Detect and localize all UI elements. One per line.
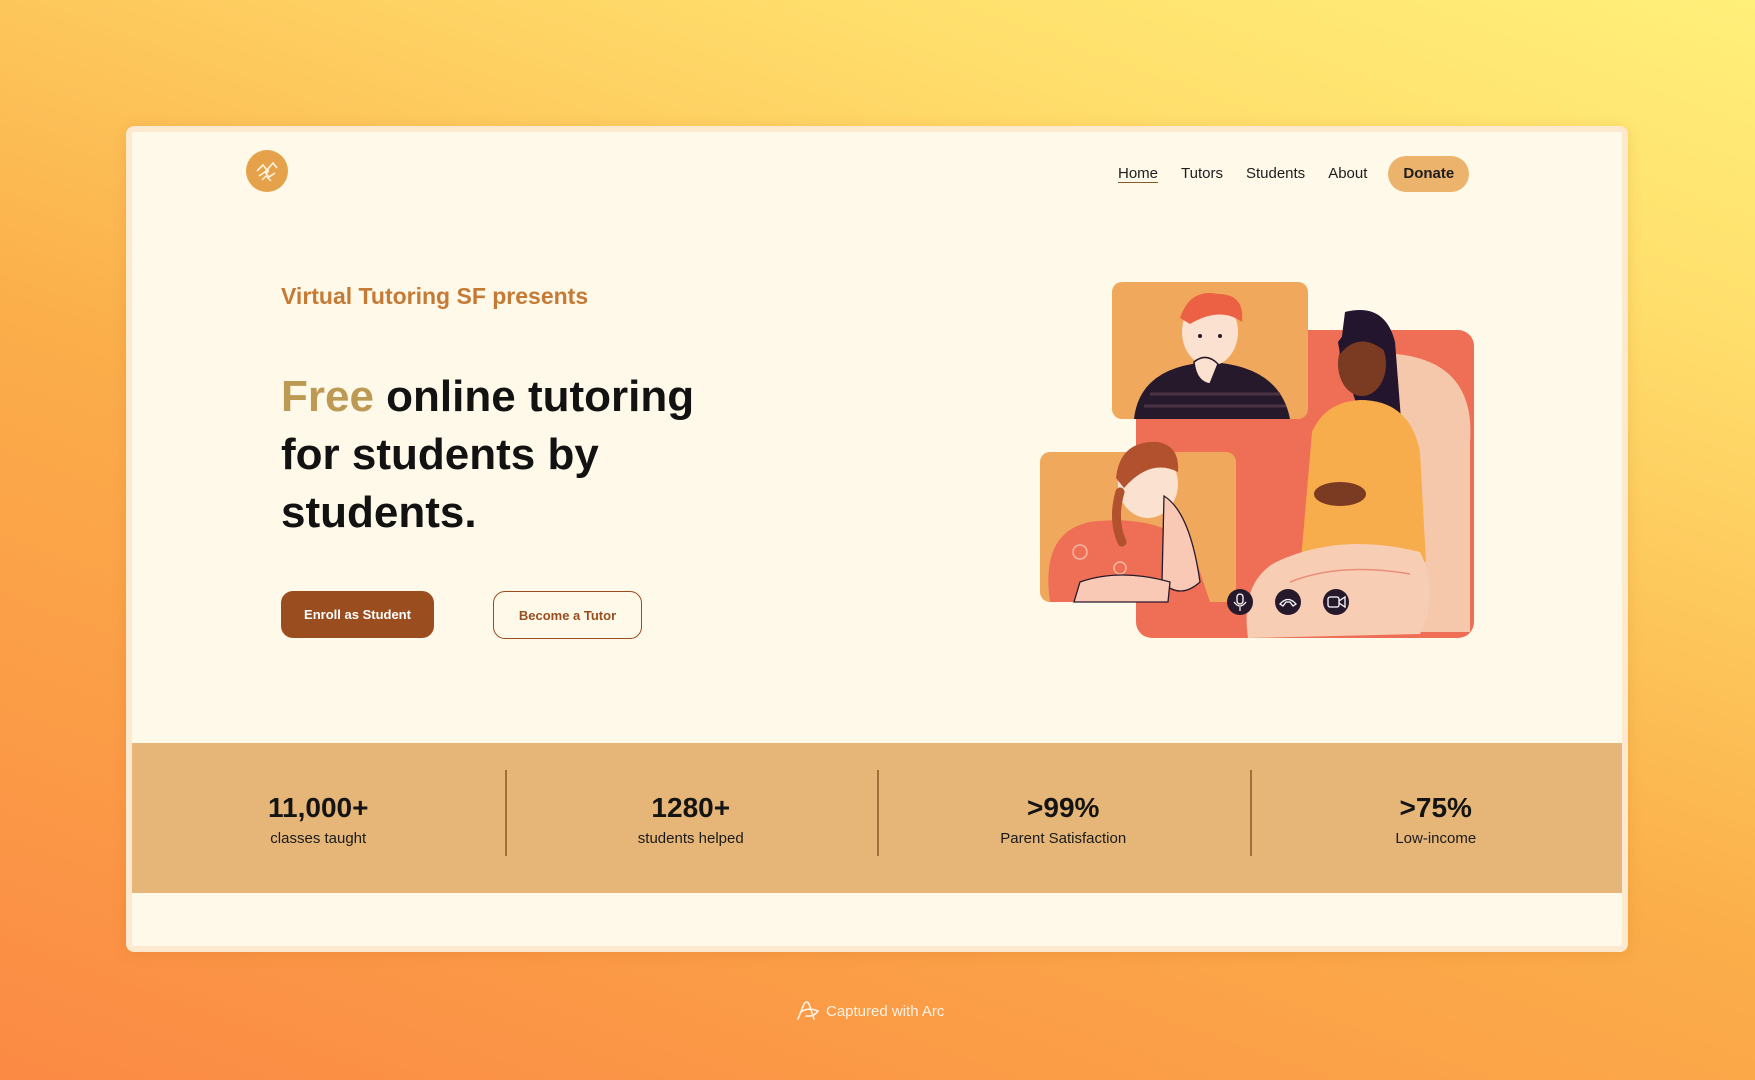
stat-label: students helped [637,829,744,847]
call-controls [1227,589,1349,615]
stat-label: Parent Satisfaction [1000,829,1127,847]
hero-eyebrow: Virtual Tutoring SF presents [281,283,589,309]
hero-video-call-illustration [1040,282,1474,638]
donate-button[interactable]: Donate [1388,156,1470,192]
nav-students[interactable]: Students [1246,157,1305,191]
stat-students: 1280+ students helped [504,769,878,856]
capture-text: Captured with Arc [826,1002,945,1020]
stat-low-income: >75% Low-income [1249,769,1623,856]
nav-tutors[interactable]: Tutors [1181,157,1223,191]
stat-satisfaction: >99% Parent Satisfaction [877,769,1250,856]
microphone-icon[interactable] [1227,589,1253,615]
stat-classes: 11,000+ classes taught [132,790,505,847]
stat-value: >75% [1399,791,1472,823]
nav-home[interactable]: Home [1118,157,1158,191]
nav-about[interactable]: About [1328,157,1367,191]
logo-emblem-icon [256,161,278,182]
stat-value: 1280+ [651,791,731,823]
enroll-student-button[interactable]: Enroll as Student [281,591,434,638]
stat-label: Low-income [1395,829,1477,847]
main-nav: Home Tutors Students About Donate [1118,156,1470,192]
arc-logo-icon [797,1001,820,1020]
stat-label: classes taught [270,829,367,847]
stat-value: >99% [1027,791,1100,823]
hero-headline: Free online tutoring for students by stu… [281,368,751,542]
headline-accent: Free [281,372,374,421]
become-tutor-button[interactable]: Become a Tutor [493,591,642,639]
site-logo[interactable] [246,150,288,192]
stat-value: 11,000+ [268,791,369,823]
stats-band: 11,000+ classes taught 1280+ students he… [132,743,1622,893]
capture-watermark: Captured with Arc [796,1001,944,1021]
